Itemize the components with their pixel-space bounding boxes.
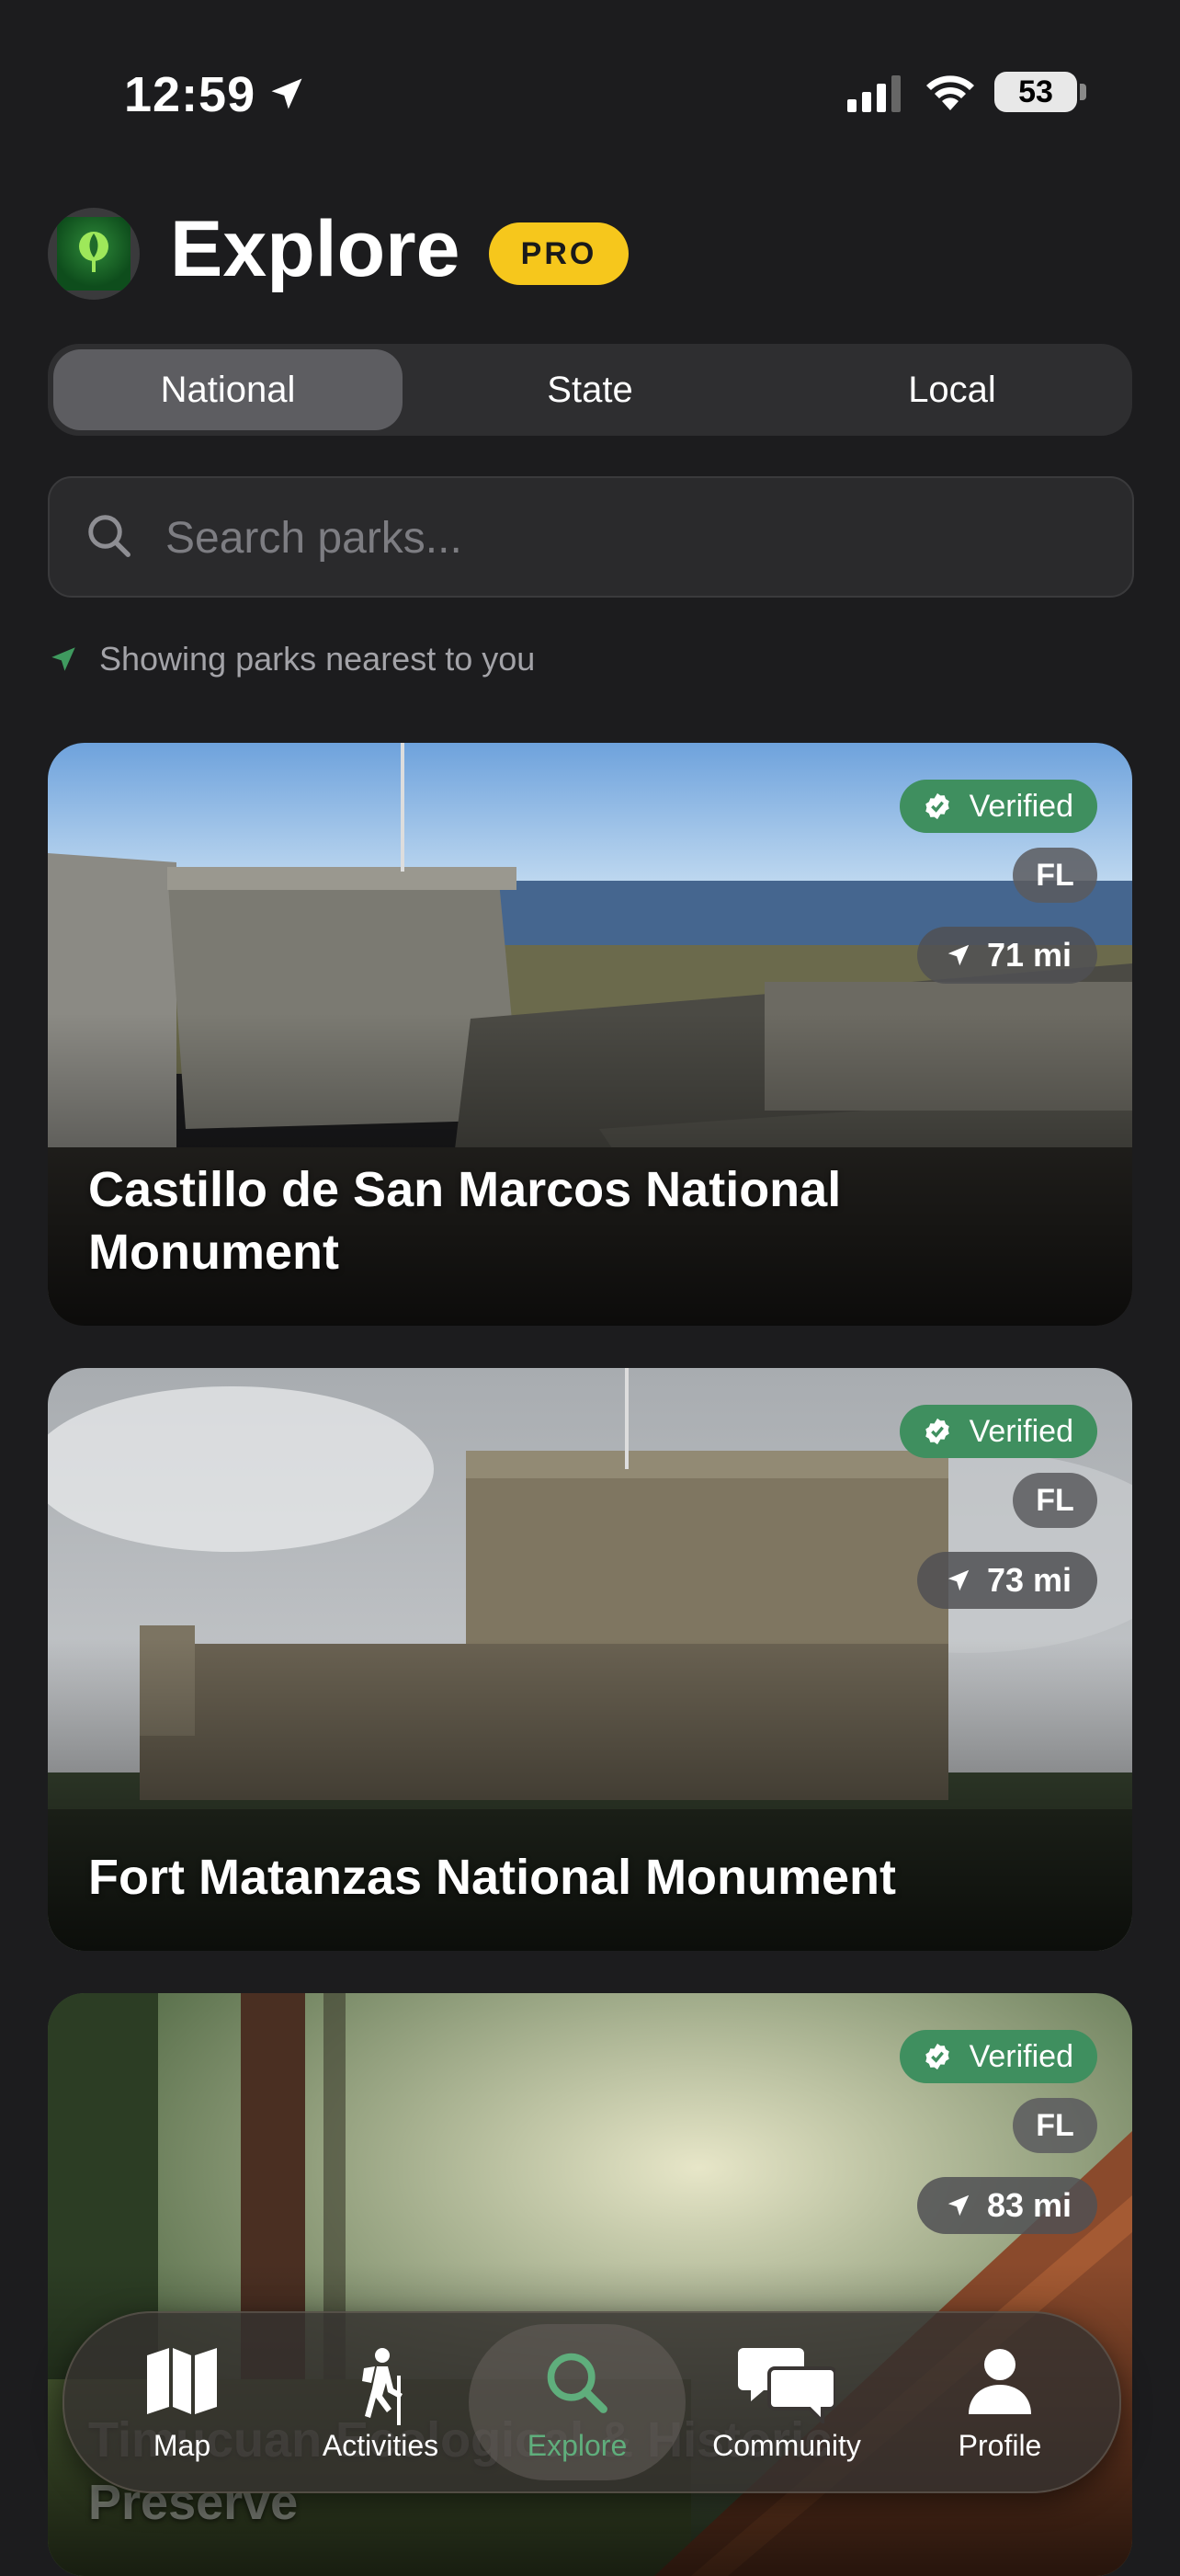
battery-cap: [1080, 84, 1086, 100]
tab-community[interactable]: Community: [695, 2313, 879, 2491]
verified-label: Verified: [969, 1414, 1073, 1449]
distance-label: 83 mi: [986, 2186, 1072, 2224]
verified-label: Verified: [969, 789, 1073, 824]
search-input[interactable]: [164, 496, 1086, 579]
segment-local[interactable]: Local: [777, 349, 1127, 430]
park-card[interactable]: Verified FL 73 mi Fort Matanzas National…: [48, 1368, 1132, 1951]
pro-badge[interactable]: PRO: [489, 222, 629, 285]
cellular-signal-icon: [847, 75, 901, 112]
location-arrow-icon: [947, 944, 970, 966]
tab-label: Map: [153, 2429, 211, 2462]
leaf-logo-icon: [79, 232, 108, 272]
park-name: Fort Matanzas National Monument: [88, 1850, 897, 1905]
distance-badge: 73 mi: [916, 1552, 1097, 1609]
location-hint: Showing parks nearest to you: [99, 640, 536, 678]
tab-label: Community: [712, 2429, 861, 2462]
verified-check-icon: [925, 792, 949, 820]
tab-label: Activities: [322, 2429, 439, 2462]
search-icon: [547, 2353, 607, 2413]
location-arrow-icon: [947, 1569, 970, 1591]
tab-profile[interactable]: Profile: [908, 2313, 1092, 2491]
verified-label: Verified: [969, 2039, 1073, 2074]
distance-badge: 83 mi: [916, 2177, 1097, 2234]
segment-national[interactable]: National: [53, 349, 403, 430]
park-name: Castillo de San Marcos National Monument: [88, 1162, 842, 1280]
segment-state[interactable]: State: [415, 349, 765, 430]
battery-indicator: 53: [994, 72, 1077, 112]
state-badge: FL: [1013, 848, 1097, 903]
tab-activities[interactable]: Activities: [289, 2313, 472, 2491]
state-badge: FL: [1013, 2098, 1097, 2153]
search-bar[interactable]: [48, 476, 1134, 598]
distance-badge: 71 mi: [916, 927, 1097, 984]
distance-label: 73 mi: [986, 1561, 1072, 1599]
app-logo[interactable]: [48, 208, 140, 300]
search-icon: [88, 515, 130, 557]
status-bar: 12:59 53: [0, 0, 1180, 184]
tab-label: Profile: [958, 2429, 1042, 2462]
location-arrow-icon: [947, 2194, 970, 2217]
page-title: Explore: [170, 205, 460, 293]
chat-bubbles-icon: [738, 2348, 835, 2423]
tab-map[interactable]: Map: [90, 2313, 274, 2491]
map-icon: [147, 2348, 217, 2414]
distance-label: 71 mi: [986, 936, 1072, 974]
verified-badge: Verified: [899, 780, 1097, 833]
verified-badge: Verified: [899, 1405, 1097, 1458]
park-card[interactable]: Verified FL 71 mi Castillo de San Marcos…: [48, 743, 1132, 1326]
verified-badge: Verified: [899, 2030, 1097, 2083]
state-badge: FL: [1013, 1473, 1097, 1528]
hiker-icon: [362, 2348, 403, 2425]
verified-check-icon: [925, 1418, 949, 1445]
bottom-tab-bar: Map Activities Explore Community Profile: [62, 2311, 1121, 2493]
verified-check-icon: [925, 2043, 949, 2070]
wifi-icon: [926, 75, 974, 110]
park-type-segmented-control: National State Local: [48, 344, 1132, 436]
location-arrow-icon: [51, 647, 75, 671]
person-icon: [969, 2349, 1031, 2414]
status-time: 12:59: [124, 67, 256, 122]
tab-explore[interactable]: Explore: [485, 2313, 669, 2491]
tab-label: Explore: [527, 2429, 628, 2462]
location-arrow-icon: [271, 78, 302, 109]
